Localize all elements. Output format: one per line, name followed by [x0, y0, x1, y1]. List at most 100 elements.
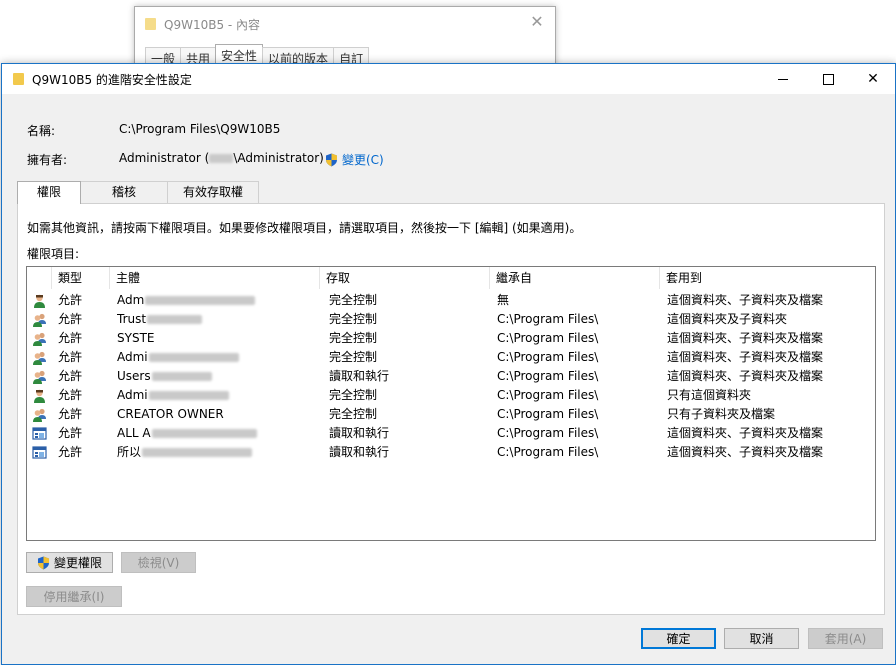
cell-principal: 所以	[117, 443, 317, 462]
redacted-text	[147, 315, 203, 324]
group-icon	[33, 313, 46, 327]
cell-text: Trust	[117, 312, 147, 326]
close-icon: ✕	[867, 71, 879, 87]
icon-column-header[interactable]	[27, 267, 52, 289]
redacted-text	[145, 296, 256, 305]
cell-type: 允許	[58, 348, 110, 367]
cell-text: 所以	[117, 445, 142, 459]
cell-inherited: C:\Program Files\	[497, 348, 657, 367]
cell-text: 這個資料夾、子資料夾及檔案	[667, 426, 824, 440]
table-row[interactable]: 允許 Admi 完全控制 C:\Program Files\ 只有這個資料夾	[27, 386, 875, 405]
cell-applies: 這個資料夾、子資料夾及檔案	[667, 367, 872, 386]
cell-access: 讀取和執行	[329, 367, 489, 386]
title-bar: Q9W10B5 的進階安全性設定 ✕	[2, 64, 895, 94]
cell-inherited: C:\Program Files\	[497, 367, 657, 386]
tab-permissions[interactable]: 權限	[17, 181, 81, 204]
redacted-text	[148, 391, 229, 400]
cell-principal: CREATOR OWNER	[117, 405, 317, 424]
group-icon	[33, 351, 46, 365]
cell-text: 允許	[58, 388, 83, 402]
group-icon	[33, 370, 46, 384]
cell-type: 允許	[58, 405, 110, 424]
cell-access: 讀取和執行	[329, 424, 489, 443]
cell-applies: 這個資料夾、子資料夾及檔案	[667, 424, 872, 443]
cell-principal: Trust	[117, 310, 317, 329]
cell-access: 讀取和執行	[329, 443, 489, 462]
ok-button[interactable]: 確定	[641, 628, 716, 649]
cell-text: 完全控制	[329, 331, 378, 345]
info-text: 如需其他資訊，請按兩下權限項目。如果要修改權限項目，請選取項目，然後按一下 [編…	[27, 221, 582, 235]
folder-icon	[13, 73, 24, 85]
column-type[interactable]: 類型	[52, 267, 110, 289]
cell-inherited: C:\Program Files\	[497, 405, 657, 424]
maximize-button[interactable]	[806, 64, 850, 94]
column-principal[interactable]: 主體	[110, 267, 320, 289]
column-access[interactable]: 存取	[320, 267, 490, 289]
cell-principal: Users	[117, 367, 317, 386]
cell-type: 允許	[58, 367, 110, 386]
cell-text: C:\Program Files\	[497, 369, 599, 383]
table-row[interactable]: 允許 Adm 完全控制 無 這個資料夾、子資料夾及檔案	[27, 291, 875, 310]
cell-text: Users	[117, 369, 151, 383]
cell-principal: ALL A	[117, 424, 317, 443]
minimize-icon	[778, 78, 788, 80]
tab-auditing[interactable]: 稽核	[80, 181, 168, 203]
uac-shield-icon	[37, 556, 49, 569]
cell-text: 完全控制	[329, 312, 378, 326]
name-value: C:\Program Files\Q9W10B5	[119, 122, 281, 136]
user-icon	[34, 294, 45, 308]
cell-text: 允許	[58, 331, 83, 345]
table-row[interactable]: 允許 Trust 完全控制 C:\Program Files\ 這個資料夾及子資料夾	[27, 310, 875, 329]
cell-type: 允許	[58, 424, 110, 443]
cell-text: 完全控制	[329, 388, 378, 402]
table-row[interactable]: 允許 Admi 完全控制 C:\Program Files\ 這個資料夾、子資料夾及檔案	[27, 348, 875, 367]
change-permissions-button[interactable]: 變更權限	[26, 552, 113, 573]
cell-text: 允許	[58, 445, 83, 459]
table-row[interactable]: 允許 CREATOR OWNER 完全控制 C:\Program Files\ 只有子資…	[27, 405, 875, 424]
cell-applies: 只有子資料夾及檔案	[667, 405, 872, 424]
column-inherited-from[interactable]: 繼承自	[490, 267, 660, 289]
cell-text: 這個資料夾及子資料夾	[667, 312, 788, 326]
permission-entries-list[interactable]: 類型 主體 存取 繼承自 套用到 允許 Adm 完全控制無這個資料夾、子資料夾及檔案…	[26, 266, 876, 541]
cell-text: 這個資料夾、子資料夾及檔案	[667, 445, 824, 459]
cell-type: 允許	[58, 291, 110, 310]
close-icon[interactable]: ✕	[527, 12, 547, 32]
table-row[interactable]: 允許 SYSTE 完全控制 C:\Program Files\ 這個資料夾、子資料夾及檔…	[27, 329, 875, 348]
cell-principal: SYSTE	[117, 329, 317, 348]
cancel-button[interactable]: 取消	[724, 628, 799, 649]
cell-inherited: C:\Program Files\	[497, 424, 657, 443]
cell-access: 完全控制	[329, 405, 489, 424]
cell-applies: 這個資料夾、子資料夾及檔案	[667, 291, 872, 310]
cell-inherited: C:\Program Files\	[497, 443, 657, 462]
apply-button[interactable]: 套用(A)	[808, 628, 883, 649]
table-row[interactable]: 允許 ALL A 讀取和執行 C:\Program Files\ 這個資料夾、子資料夾及…	[27, 424, 875, 443]
cell-text: 只有子資料夾及檔案	[667, 407, 776, 421]
properties-title: Q9W10B5 - 內容	[164, 17, 261, 32]
window-title: Q9W10B5 的進階安全性設定	[32, 72, 192, 87]
cell-text: 允許	[58, 407, 83, 421]
cell-text: SYSTE	[117, 331, 155, 345]
tab-effective-access[interactable]: 有效存取權	[167, 181, 259, 203]
change-permissions-label: 變更權限	[53, 556, 102, 570]
cell-applies: 只有這個資料夾	[667, 386, 872, 405]
cell-type: 允許	[58, 329, 110, 348]
permission-entries-label: 權限項目:	[27, 247, 80, 261]
table-row[interactable]: 允許 所以 讀取和執行 C:\Program Files\ 這個資料夾、子資料夾及檔案	[27, 443, 875, 462]
redacted-text	[142, 448, 253, 457]
cell-text: 讀取和執行	[329, 426, 390, 440]
owner-prefix: Administrator (	[119, 151, 210, 165]
cell-text: 完全控制	[329, 350, 378, 364]
column-applies-to[interactable]: 套用到	[660, 267, 875, 289]
disable-inheritance-button[interactable]: 停用繼承(I)	[26, 586, 122, 607]
cell-text: 讀取和執行	[329, 369, 390, 383]
user-icon	[34, 389, 45, 403]
cell-access: 完全控制	[329, 329, 489, 348]
package-icon	[32, 446, 47, 459]
cell-access: 完全控制	[329, 386, 489, 405]
change-owner-link[interactable]: 變更(C)	[325, 151, 384, 168]
table-row[interactable]: 允許 Users 讀取和執行 C:\Program Files\ 這個資料夾、子資料夾及…	[27, 367, 875, 386]
view-button[interactable]: 檢視(V)	[121, 552, 196, 573]
minimize-button[interactable]	[761, 64, 805, 94]
close-button[interactable]: ✕	[851, 64, 895, 94]
cell-text: 這個資料夾、子資料夾及檔案	[667, 369, 824, 383]
